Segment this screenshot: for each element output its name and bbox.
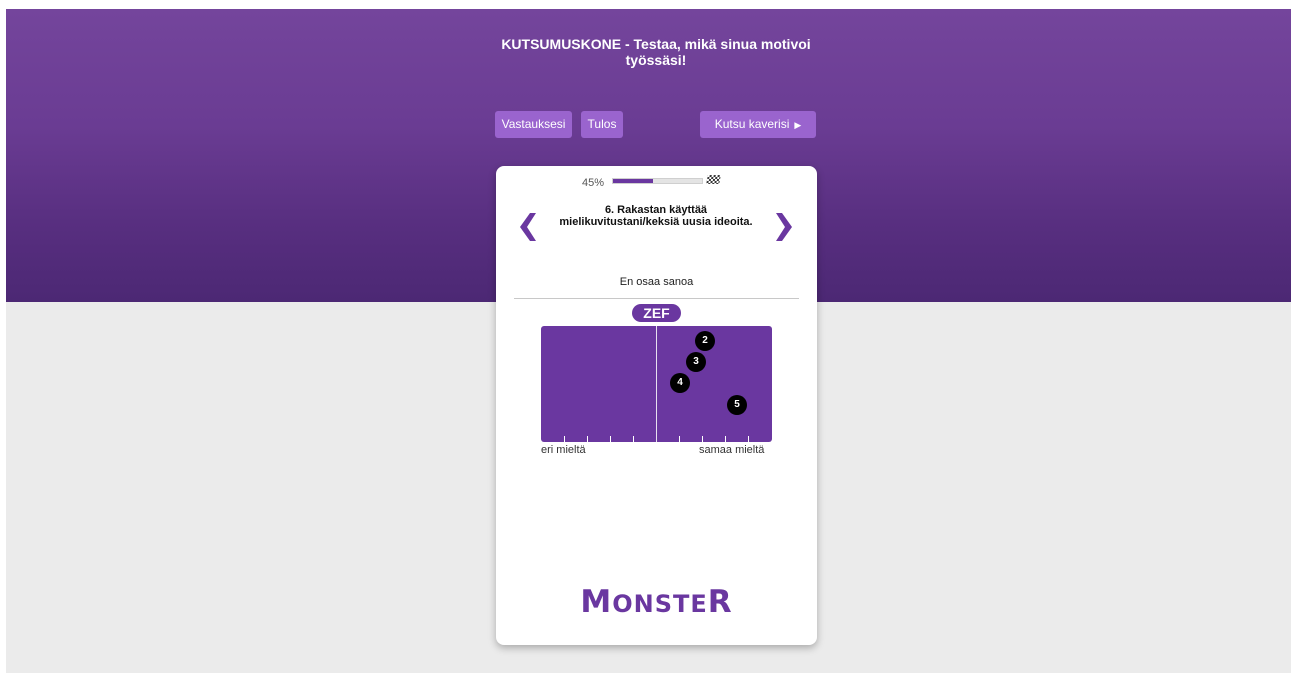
- scale-tick: [725, 436, 726, 442]
- monster-logo: MONSTER: [580, 584, 733, 620]
- scale-tick: [633, 436, 634, 442]
- question-text: 6. Rakastan käyttää mielikuvitustani/kek…: [559, 204, 753, 228]
- progress-bar: [612, 178, 703, 184]
- zef-badge: ZEF: [632, 304, 681, 322]
- scale-tick: [587, 436, 588, 442]
- scale-tick: [564, 436, 565, 442]
- previous-question-button[interactable]: [517, 211, 537, 243]
- agree-label: samaa mieltä: [699, 444, 765, 456]
- scale-tick: [679, 436, 680, 442]
- progress-percent: 45%: [582, 177, 605, 189]
- arrow-right-icon: [776, 213, 792, 241]
- scale-midline: [656, 326, 657, 442]
- answers-button-label: Vastauksesi: [501, 117, 566, 131]
- invite-button-label: Kutsu kaverisi: [714, 117, 790, 131]
- result-button-label: Tulos: [587, 117, 617, 131]
- arrow-left-icon: [520, 213, 536, 241]
- scale-tick: [610, 436, 611, 442]
- play-triangle-icon: ▶: [794, 120, 802, 130]
- scale-tick: [702, 436, 703, 442]
- answer-marker[interactable]: 4: [670, 373, 690, 393]
- checkered-flag-icon: [706, 175, 721, 184]
- answers-button[interactable]: Vastauksesi: [495, 111, 572, 138]
- page-title: KUTSUMUSKONE - Testaa, mikä sinua motivo…: [501, 36, 811, 68]
- scale-tick: [748, 436, 749, 442]
- answer-marker[interactable]: 5: [727, 395, 747, 415]
- progress-bar-fill: [613, 179, 654, 183]
- invite-friends-button[interactable]: Kutsu kaverisi ▶: [700, 111, 816, 138]
- answer-scale-area[interactable]: 2 3 4 5: [541, 326, 772, 442]
- result-button[interactable]: Tulos: [581, 111, 623, 138]
- answer-marker[interactable]: 3: [686, 352, 706, 372]
- divider: [514, 298, 799, 299]
- disagree-label: eri mieltä: [541, 444, 586, 456]
- answer-marker[interactable]: 2: [695, 331, 715, 351]
- next-question-button[interactable]: [775, 211, 795, 243]
- question-card: 45% 6. Rakastan käyttää mielikuvitustani…: [496, 166, 817, 645]
- answer-label: En osaa sanoa: [619, 276, 694, 288]
